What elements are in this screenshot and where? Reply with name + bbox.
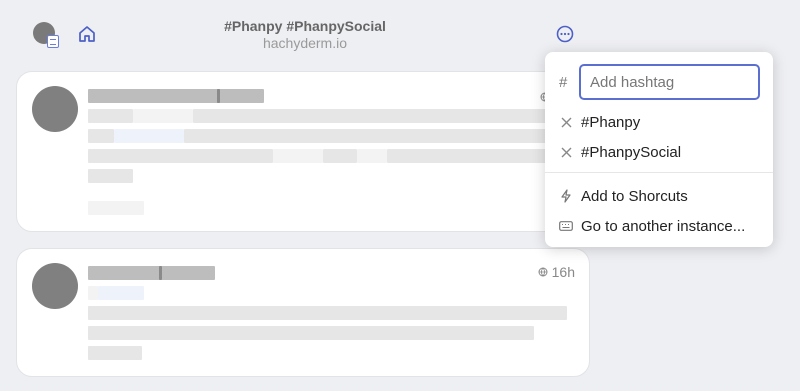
content-link	[114, 129, 184, 143]
menu-item-label: Add to Shorcuts	[581, 187, 688, 205]
hash-icon: #	[559, 74, 568, 91]
page-subtitle: hachyderm.io	[262, 35, 348, 51]
content-line	[88, 346, 142, 360]
post-card[interactable]	[16, 71, 590, 232]
page-title: #Phanpy #PhanpySocial	[224, 18, 386, 34]
content-line	[88, 109, 133, 123]
post-time: 16h	[551, 264, 575, 280]
globe-icon	[538, 267, 548, 277]
content-line	[273, 149, 323, 163]
menu-item-label: Go to another instance...	[581, 217, 746, 235]
add-hashtag-input[interactable]	[579, 64, 760, 100]
menu-item-label: #PhanpySocial	[581, 143, 682, 161]
post-avatar[interactable]	[32, 263, 78, 309]
content-line	[323, 149, 357, 163]
content-line	[88, 306, 567, 320]
content-link	[98, 286, 144, 300]
close-icon[interactable]	[558, 144, 574, 160]
post-card[interactable]: 16h	[16, 248, 590, 377]
menu-item-add-to-shortcuts[interactable]: Add to Shorcuts	[545, 183, 773, 209]
menu-item-tag-phanpysocial[interactable]: #PhanpySocial	[545, 139, 773, 165]
post-time-group: 16h	[538, 264, 575, 280]
post-avatar[interactable]	[32, 86, 78, 132]
hashtag-menu: # #Phanpy #PhanpySocial Add to Shorcuts …	[545, 52, 773, 247]
content-line	[88, 326, 534, 340]
content-line	[357, 149, 387, 163]
menu-item-tag-phanpy[interactable]: #Phanpy	[545, 109, 773, 135]
content-line	[88, 169, 133, 183]
post-footer-placeholder	[88, 201, 144, 215]
keyboard-icon	[558, 218, 574, 234]
author-name-placeholder	[88, 89, 264, 103]
author-separator	[159, 266, 162, 280]
menu-item-go-to-instance[interactable]: Go to another instance...	[545, 213, 773, 239]
content-line	[88, 129, 114, 143]
zap-icon	[558, 188, 574, 204]
content-line	[88, 149, 273, 163]
close-icon[interactable]	[558, 114, 574, 130]
content-line	[193, 109, 572, 123]
menu-item-label: #Phanpy	[581, 113, 641, 131]
menu-divider	[545, 172, 773, 173]
more-icon	[556, 25, 574, 43]
author-separator	[217, 89, 220, 103]
author-name-placeholder	[88, 266, 215, 280]
more-options-button[interactable]	[555, 24, 575, 44]
content-line	[133, 109, 193, 123]
content-line	[88, 286, 98, 300]
content-line	[184, 129, 572, 143]
